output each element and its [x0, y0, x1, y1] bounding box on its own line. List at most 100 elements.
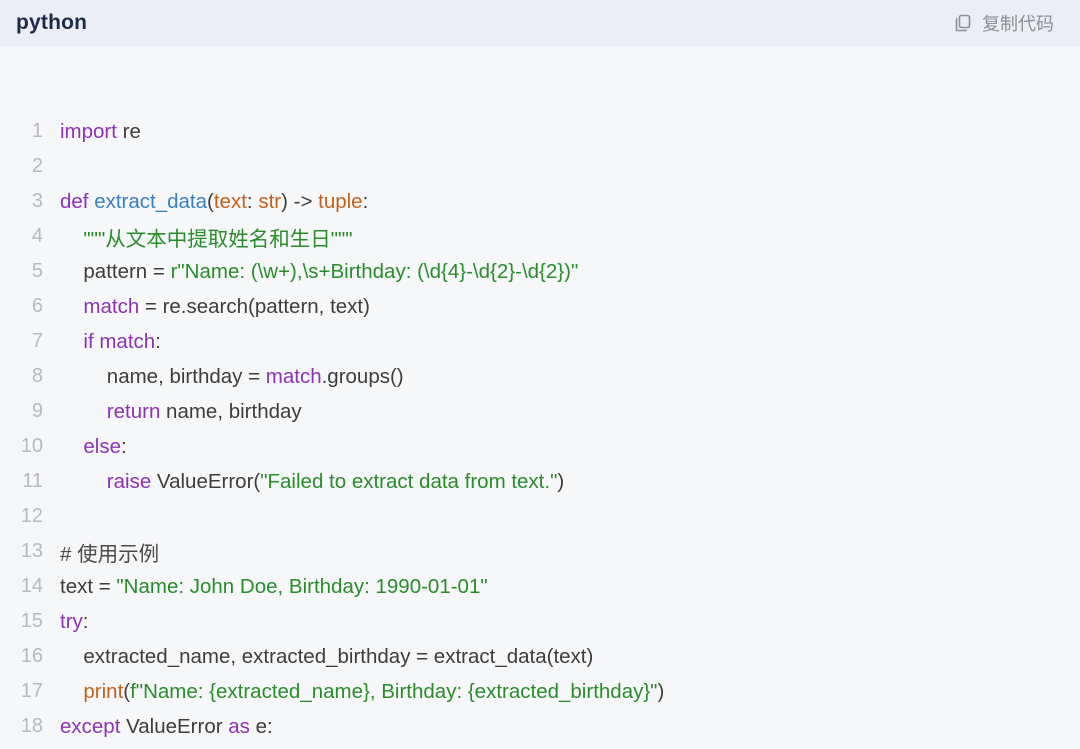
code-token: str	[258, 189, 282, 213]
code-line: 5 pattern = r"Name: (\w+),\s+Birthday: (\…	[0, 254, 1080, 289]
code-content: import re	[60, 120, 141, 144]
code-content: """从文本中提取姓名和生日"""	[83, 222, 352, 252]
code-token: try	[60, 609, 83, 633]
code-token: tuple	[318, 189, 363, 213]
code-token: """从文本中提取姓名和生日"""	[83, 227, 353, 251]
line-number: 1	[31, 120, 43, 142]
code-content: if match:	[83, 330, 160, 354]
code-line: 2	[0, 149, 1080, 184]
code-token: match	[99, 329, 156, 353]
code-line: 18 except ValueError as e:	[0, 709, 1080, 744]
code-content: # 使用示例	[60, 537, 159, 567]
code-token: if	[83, 329, 94, 353]
code-token: f"Name: {extracted_name}, Birthday: {ext…	[130, 679, 658, 703]
line-number: 11	[22, 470, 43, 492]
code-content: name, birthday = match.groups()	[107, 365, 404, 389]
code-token: as	[228, 714, 250, 738]
code-token: :	[121, 434, 127, 458]
code-line: 1 import re	[0, 114, 1080, 149]
code-content: except ValueError as e:	[60, 715, 273, 739]
code-content: print(f"Name: {extracted_name}, Birthday…	[83, 680, 664, 704]
copy-code-label: 复制代码	[982, 14, 1054, 34]
code-content: try:	[60, 610, 88, 634]
code-token: return	[106, 399, 161, 423]
code-line: 8 name, birthday = match.groups()	[0, 359, 1080, 394]
code-line: 9 return name, birthday	[0, 394, 1080, 429]
code-token: match	[83, 294, 140, 318]
line-number: 14	[20, 575, 43, 597]
code-area[interactable]: 1 import re 2 3 def extract_data(text: str) …	[0, 46, 1080, 738]
code-token: extract_data	[94, 189, 208, 213]
code-token: name, birthday	[160, 399, 302, 423]
code-token: extracted_name, extracted_birthday = ext…	[83, 644, 594, 668]
code-line: 10 else:	[0, 429, 1080, 464]
line-number: 8	[31, 365, 43, 387]
code-content: def extract_data(text: str) -> tuple:	[60, 190, 368, 214]
line-number: 4	[31, 225, 43, 247]
code-token: .groups()	[321, 364, 404, 388]
code-token: ValueError(	[151, 469, 261, 493]
code-token: text =	[60, 574, 117, 598]
line-number: 17	[20, 680, 43, 702]
code-token: print	[83, 679, 124, 703]
line-number: 5	[31, 260, 43, 282]
code-line: 6 match = re.search(pattern, text)	[0, 289, 1080, 324]
code-token: text	[213, 189, 247, 213]
code-line: 7 if match:	[0, 324, 1080, 359]
code-token: else	[83, 434, 121, 458]
code-token: = re.search(pattern, text)	[139, 294, 370, 318]
code-line: 3 def extract_data(text: str) -> tuple:	[0, 184, 1080, 219]
code-token: pattern =	[83, 259, 171, 283]
code-token: :	[362, 189, 369, 213]
code-token: "Failed to extract data from text."	[260, 469, 558, 493]
code-content: match = re.search(pattern, text)	[83, 295, 370, 319]
copy-code-button[interactable]: 复制代码	[954, 10, 1054, 36]
line-number: 2	[31, 155, 43, 177]
code-token: r"Name: (\w+),\s+Birthday: (\d{4}-\d{2}-…	[170, 259, 579, 283]
code-token: except	[60, 714, 121, 738]
code-line: 14 text = "Name: John Doe, Birthday: 1990…	[0, 569, 1080, 604]
line-number: 10	[20, 435, 43, 457]
code-token: )	[557, 469, 565, 493]
code-content: text = "Name: John Doe, Birthday: 1990-0…	[60, 575, 488, 599]
code-header: python 复制代码	[0, 0, 1080, 46]
line-number: 6	[31, 295, 43, 317]
code-token: name, birthday =	[106, 364, 266, 388]
code-content: raise ValueError("Failed to extract data…	[107, 470, 564, 494]
code-token: ValueError	[120, 714, 229, 738]
code-token: re	[116, 119, 141, 143]
code-token: :	[246, 189, 259, 213]
code-token: (	[207, 189, 214, 213]
code-content: extracted_name, extracted_birthday = ext…	[83, 645, 593, 669]
line-number: 9	[31, 400, 43, 422]
code-token: )	[657, 679, 665, 703]
line-number: 13	[20, 540, 43, 562]
code-token: "Name: John Doe, Birthday: 1990-01-01"	[116, 574, 488, 598]
code-line: 17 print(f"Name: {extracted_name}, Birthd…	[0, 674, 1080, 709]
code-token: e:	[249, 714, 273, 738]
code-block: python 复制代码 1 import re 2 3 def extract_data…	[0, 0, 1080, 749]
code-content: return name, birthday	[107, 400, 302, 424]
line-number: 16	[20, 645, 43, 667]
code-token: import	[60, 119, 117, 143]
copy-icon	[954, 14, 972, 32]
line-number: 12	[20, 505, 43, 527]
line-number: 7	[31, 330, 43, 352]
language-label: python	[16, 11, 88, 34]
line-number: 3	[31, 190, 43, 212]
code-line: 19print(e)	[0, 744, 1080, 749]
code-content: else:	[83, 435, 126, 459]
code-token: # 使用示例	[60, 542, 160, 566]
code-token: :	[155, 329, 161, 353]
code-token: ) ->	[281, 189, 319, 213]
code-line: 15 try:	[0, 604, 1080, 639]
code-line: 12	[0, 499, 1080, 534]
code-line: 4 """从文本中提取姓名和生日"""	[0, 219, 1080, 254]
line-number: 18	[20, 715, 43, 737]
line-number: 15	[20, 610, 43, 632]
code-line: 16 extracted_name, extracted_birthday = e…	[0, 639, 1080, 674]
code-content: pattern = r"Name: (\w+),\s+Birthday: (\d…	[83, 260, 578, 284]
code-token: :	[82, 609, 89, 633]
code-token: raise	[106, 469, 152, 493]
code-line: 11 raise ValueError("Failed to extract da…	[0, 464, 1080, 499]
